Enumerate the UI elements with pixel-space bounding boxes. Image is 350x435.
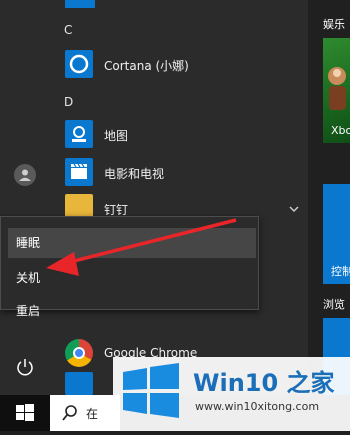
search-icon [62, 405, 77, 421]
win10-logo-icon [123, 363, 179, 418]
watermark-title: Win10 之家 [193, 369, 335, 397]
watermark: Win10 之家 www.win10xitong.com [113, 357, 350, 431]
watermark-url: www.win10xitong.com [195, 400, 320, 413]
search-placeholder: 在 [86, 407, 99, 421]
windows-logo-icon [16, 404, 34, 421]
start-button[interactable] [0, 395, 50, 431]
taskbar-search-box[interactable]: 在 [50, 395, 120, 431]
